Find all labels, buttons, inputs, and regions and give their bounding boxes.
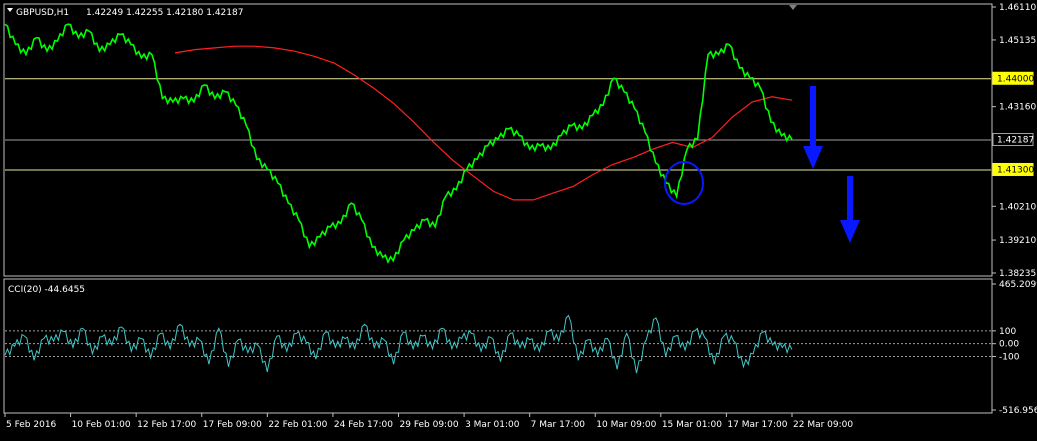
level-tags: 1.44000 1.42187 1.41300 (992, 71, 1034, 176)
level-tag-label: 1.44000 (997, 74, 1034, 84)
time-axis-tick-label: 22 Mar 09:00 (793, 420, 853, 430)
price-axis-tick-label: 1.39210 (999, 236, 1036, 246)
blue-annotations[interactable] (664, 86, 860, 243)
price-series-group (4, 23, 793, 264)
time-axis-tick-label: 10 Feb 01:00 (72, 420, 131, 430)
cci-panel-frame (3, 278, 993, 414)
horizontal-levels[interactable] (5, 78, 991, 171)
time-axis-tick-label: 12 Feb 17:00 (137, 420, 196, 430)
cci-axis-tick-label: 465.2099 (999, 280, 1037, 290)
cci-line (4, 314, 793, 374)
down-arrow-1-icon[interactable] (803, 146, 823, 169)
cci-label: CCI(20) -44.6455 (8, 285, 85, 295)
level-tag-label: 1.41300 (997, 165, 1034, 175)
cci-axis: 465.2099 100 0.00 -100 -516.956 (992, 280, 1037, 416)
time-axis-tick-label: 15 Mar 01:00 (662, 420, 722, 430)
annotation-ellipse[interactable] (664, 161, 704, 205)
time-axis-tick-label: 3 Mar 01:00 (465, 420, 520, 430)
time-axis-tick-label: 29 Feb 09:00 (400, 420, 459, 430)
time-axis-tick-label: 17 Feb 09:00 (203, 420, 262, 430)
time-axis-tick-label: 24 Feb 17:00 (334, 420, 393, 430)
price-axis-tick-label: 1.43160 (999, 103, 1036, 113)
cci-axis-tick-label: 0.00 (999, 340, 1019, 350)
price-axis-tick-label: 1.46110 (999, 3, 1036, 13)
trading-terminal-window: GBPUSD,H1 1.42249 1.42255 1.42180 1.4218… (0, 0, 1037, 437)
chart-menu-chevron-icon[interactable] (7, 8, 13, 12)
time-axis-tick-label: 7 Mar 17:00 (531, 420, 586, 430)
time-axis-tick-label: 22 Feb 01:00 (268, 420, 327, 430)
cci-series-group (4, 314, 793, 374)
symbol-label: GBPUSD,H1 (16, 8, 69, 18)
cci-axis-tick-label: -516.956 (999, 406, 1037, 416)
price-axis-tick-label: 1.40210 (999, 202, 1036, 212)
price-axis-tick-label: 1.45135 (999, 36, 1036, 46)
ohlc-readout: 1.42249 1.42255 1.42180 1.42187 (86, 8, 243, 18)
price-axis-tick-label: 1.38235 (999, 269, 1036, 279)
time-axis-tick-label: 17 Mar 17:00 (727, 420, 787, 430)
time-axis-tick-label: 10 Mar 09:00 (596, 420, 656, 430)
cci-axis-tick-label: 100 (999, 327, 1016, 337)
level-tag-label: 1.42187 (997, 136, 1034, 146)
time-axis: 5 Feb 2016 10 Feb 01:00 12 Feb 17:00 17 Feb… (4, 413, 853, 430)
chart-shift-marker-icon[interactable] (789, 5, 797, 10)
down-arrow-2-icon[interactable] (840, 220, 860, 243)
cci-axis-tick-label: -100 (999, 353, 1020, 363)
time-axis-tick-label: 5 Feb 2016 (6, 420, 57, 430)
gbpusd-chart-svg: GBPUSD,H1 1.42249 1.42255 1.42180 1.4218… (3, 3, 1037, 430)
